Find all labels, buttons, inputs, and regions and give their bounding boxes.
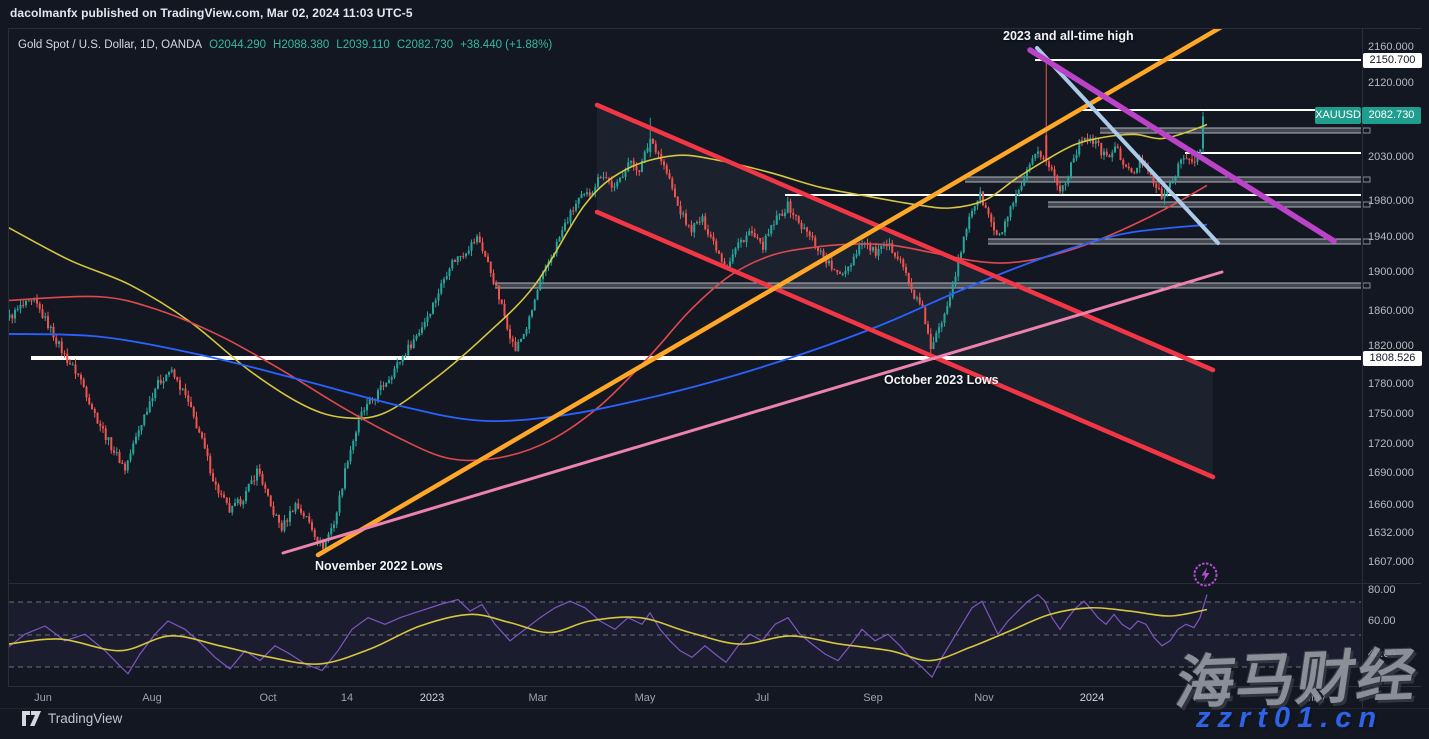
price-axis-label: 60.00 [1368,615,1396,627]
last-price-value: 2082.730 [1362,107,1421,124]
time-axis-label: 2023 [420,692,444,704]
price-axis-label: 1940.000 [1368,231,1414,243]
footer-brand[interactable]: TradingView [22,711,122,726]
price-axis-label: 2160.000 [1368,41,1414,53]
chart-legend[interactable]: Gold Spot / U.S. Dollar, 1D, OANDA O2044.… [18,39,552,51]
time-axis-label: 2024 [1080,692,1104,704]
rsi-pane [8,595,1361,678]
price-axis-label: 1980.000 [1368,195,1414,207]
price-axis-label: 1860.000 [1368,305,1414,317]
time-axis-label: Aug [142,692,162,704]
tradingview-logo-icon [22,711,41,726]
price-axis-label: 2120.000 [1368,77,1414,89]
price-axis-label: 80.00 [1368,584,1396,596]
ohlc-open: O2044.290 [209,39,266,51]
annotation-november-lows: November 2022 Lows [315,559,443,573]
watermark-domain: zzrt01.cn [1196,702,1383,735]
price-axis-label: 1900.000 [1368,266,1414,278]
time-axis-label: Jun [34,692,52,704]
price-axis-label: 1632.000 [1368,527,1414,539]
price-label-high-box: 2150.700 [1363,53,1422,68]
channel-fill [597,105,1213,477]
trendline-descending-purple [1030,50,1334,241]
annotation-october-lows: October 2023 Lows [884,373,999,387]
ohlc-low: L2039.110 [336,39,390,51]
change-value: +38.440 (+1.88%) [460,39,552,51]
symbol-tag: XAUUSD [1315,107,1361,124]
time-axis-label: Sep [863,692,883,704]
trendline-descending-lightblue [1037,48,1218,243]
price-label-low-box: 1808.526 [1363,351,1422,366]
ohlc-close: C2082.730 [397,39,453,51]
last-price-tag: XAUUSD 2082.730 [1315,107,1421,124]
price-axis-label: 1690.000 [1368,467,1414,479]
time-axis-label: Oct [259,692,276,704]
price-axis-label: 1750.000 [1368,408,1414,420]
published-header: dacolmanfx published on TradingView.com,… [10,6,413,20]
lightning-icon[interactable] [1192,561,1219,588]
snapshot-page: dacolmanfx published on TradingView.com,… [0,0,1429,739]
symbol-title: Gold Spot / U.S. Dollar, 1D, OANDA [18,39,202,51]
footer-brand-label: TradingView [48,711,122,726]
time-axis-label: Nov [974,692,994,704]
annotation-all-time-high: 2023 and all-time high [1003,29,1134,43]
time-axis-label: Jul [755,692,769,704]
price-axis-label: 1780.000 [1368,378,1414,390]
chart-canvas [0,0,1429,739]
ohlc-high: H2088.380 [273,39,329,51]
price-axis-label: 1720.000 [1368,438,1414,450]
main-pane [8,12,1362,555]
price-axis-label: 2030.000 [1368,151,1414,163]
price-axis-label: 1660.000 [1368,499,1414,511]
price-axis-label: 1607.000 [1368,556,1414,568]
time-axis-label: Mar [529,692,548,704]
time-axis-label: 14 [341,692,353,704]
time-axis-label: May [635,692,656,704]
